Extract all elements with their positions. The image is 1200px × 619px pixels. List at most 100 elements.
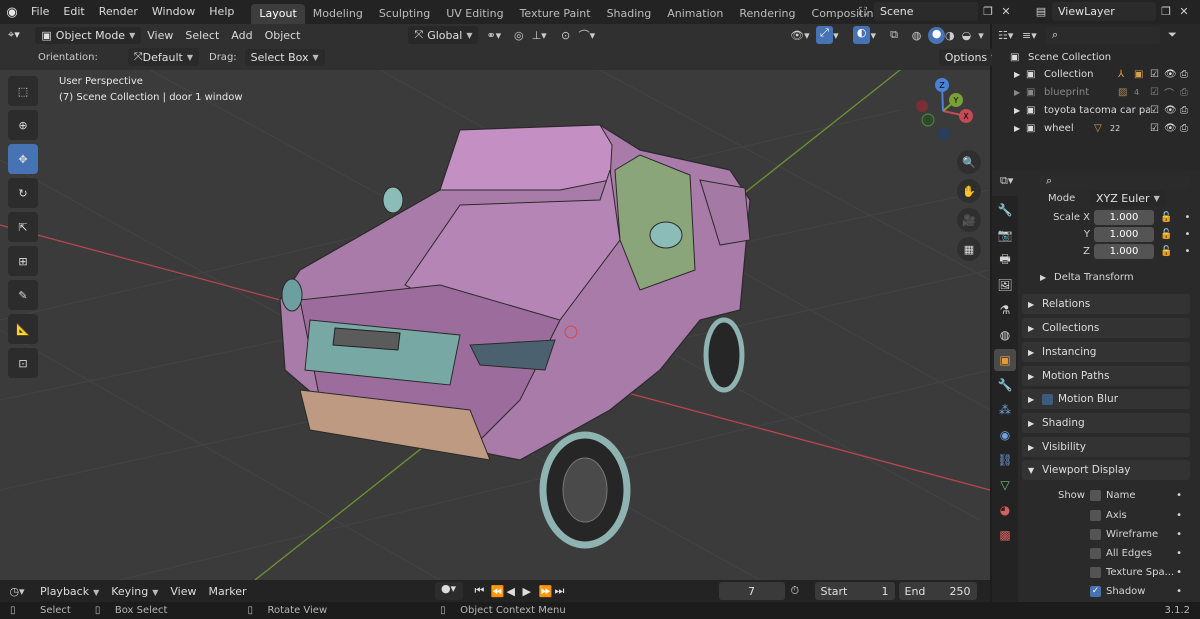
delta-transform-subpanel[interactable]: ▶ Delta Transform: [1040, 272, 1134, 283]
render-properties-icon[interactable]: 📷: [994, 224, 1016, 246]
xray-icon[interactable]: ⧉: [890, 28, 908, 42]
measure-tool-icon[interactable]: 📐: [8, 314, 38, 344]
keyframe-dot-icon[interactable]: •: [1176, 567, 1182, 578]
object-properties-icon[interactable]: ▣: [994, 349, 1016, 371]
show-name-row[interactable]: Name •: [1090, 490, 1182, 501]
jump-keyframe-back-icon[interactable]: ⏪: [491, 585, 507, 598]
tab-layout[interactable]: Layout: [251, 4, 305, 24]
view-layer-copy-icon[interactable]: ❐: [1156, 5, 1176, 18]
menu-object[interactable]: Object: [259, 29, 307, 42]
navigation-gizmo[interactable]: X Y Z: [908, 76, 978, 146]
physics-properties-icon[interactable]: ◉: [994, 424, 1016, 446]
expand-arrow-icon[interactable]: ▶: [1014, 70, 1026, 79]
rotate-tool-icon[interactable]: ↻: [8, 178, 38, 208]
show-shadow-row[interactable]: ✓ Shadow •: [1090, 586, 1182, 597]
gizmo-neg-y[interactable]: [921, 113, 935, 127]
outliner-root-row[interactable]: ▣ Scene Collection: [992, 48, 1200, 66]
start-frame-field[interactable]: Start 1: [814, 582, 895, 600]
keyframe-dot-icon[interactable]: •: [1176, 490, 1182, 501]
menu-add[interactable]: Add: [225, 29, 258, 42]
current-frame-field[interactable]: 7: [718, 582, 785, 600]
output-properties-icon[interactable]: 🖶: [994, 249, 1016, 271]
eye-icon[interactable]: 👁: [1164, 105, 1180, 116]
eye-icon[interactable]: 👁: [1164, 69, 1180, 80]
visibility-icon[interactable]: 👁▾: [790, 29, 815, 42]
world-properties-icon[interactable]: ◍: [994, 324, 1016, 346]
scale-tool-icon[interactable]: ⇱: [8, 212, 38, 242]
panel-instancing[interactable]: ▶ Instancing: [1022, 342, 1190, 362]
timeline-editor-icon[interactable]: ◷▾: [0, 585, 34, 598]
menu-help[interactable]: Help: [202, 0, 241, 24]
panel-collections[interactable]: ▶ Collections: [1022, 318, 1190, 338]
blender-logo-icon[interactable]: ◉: [0, 0, 24, 24]
end-frame-field[interactable]: End 250: [898, 582, 977, 600]
overlay-dropdown-icon[interactable]: ▾: [870, 29, 884, 42]
menu-marker[interactable]: Marker: [202, 585, 252, 598]
wireframe-shading-icon[interactable]: ◍: [912, 29, 929, 42]
outliner-filter-icon[interactable]: ≡▾: [1022, 29, 1040, 42]
show-name-checkbox[interactable]: [1090, 490, 1101, 501]
camera-render-icon[interactable]: ⎙: [1180, 123, 1194, 134]
jump-end-icon[interactable]: ⏭: [555, 584, 571, 598]
properties-search-input[interactable]: ⌕: [1040, 172, 1190, 190]
keyframe-dot-icon[interactable]: •: [1184, 212, 1190, 223]
keyframe-dot-icon[interactable]: •: [1176, 586, 1182, 597]
camera-render-icon[interactable]: ⎙: [1180, 87, 1194, 98]
panel-motion-paths[interactable]: ▶ Motion Paths: [1022, 366, 1190, 386]
tab-sculpting[interactable]: Sculpting: [371, 4, 438, 24]
truck-mesh[interactable]: [279, 124, 751, 549]
editor-type-icon[interactable]: ⌖▾: [8, 28, 35, 42]
tool-properties-icon[interactable]: 🔧: [994, 199, 1016, 221]
show-all-edges-row[interactable]: All Edges •: [1090, 548, 1182, 559]
menu-view[interactable]: View: [141, 29, 179, 42]
pan-hand-icon[interactable]: ✋: [957, 179, 981, 203]
menu-render[interactable]: Render: [92, 0, 145, 24]
add-cube-tool-icon[interactable]: ⊡: [8, 348, 38, 378]
mode-dropdown[interactable]: ▣ Object Mode ▼: [35, 26, 142, 44]
menu-timeline-view[interactable]: View: [164, 585, 202, 598]
shading-dropdown-icon[interactable]: ▾: [978, 29, 990, 42]
view-layer-close-icon[interactable]: ✕: [1176, 5, 1192, 18]
cursor-tool-icon[interactable]: ⊕: [8, 110, 38, 140]
tab-texture-paint[interactable]: Texture Paint: [512, 4, 599, 24]
lock-icon[interactable]: 🔓: [1160, 246, 1172, 257]
object-data-properties-icon[interactable]: ▽: [994, 474, 1016, 496]
outliner-item[interactable]: ▶ ▣ blueprint ▨ 4 ☑ ⌒ ⎙: [992, 83, 1200, 101]
panel-shading[interactable]: ▶ Shading: [1022, 413, 1190, 433]
scale-x-field[interactable]: 1.000: [1094, 210, 1154, 225]
show-wireframe-checkbox[interactable]: [1090, 529, 1101, 540]
annotate-tool-icon[interactable]: ✎: [8, 280, 38, 310]
scene-copy-icon[interactable]: ❐: [978, 5, 998, 18]
lock-icon[interactable]: 🔓: [1160, 229, 1172, 240]
panel-motion-blur[interactable]: ▶ Motion Blur: [1022, 389, 1190, 409]
tab-rendering[interactable]: Rendering: [731, 4, 803, 24]
outliner-item[interactable]: ▶ ▣ Collection ⅄ ▣ ☑ 👁 ⎙: [992, 65, 1200, 83]
view-layer-icon[interactable]: ▤: [1030, 5, 1052, 18]
tab-animation[interactable]: Animation: [659, 4, 731, 24]
menu-playback[interactable]: Playback ▼: [34, 585, 105, 598]
camera-render-icon[interactable]: ⎙: [1180, 69, 1194, 80]
gizmo-toggle-icon[interactable]: ⤢: [815, 26, 834, 44]
motion-blur-checkbox[interactable]: [1042, 393, 1053, 405]
drag-dropdown[interactable]: Select Box ▼: [244, 48, 325, 66]
menu-window[interactable]: Window: [145, 0, 202, 24]
constraints-properties-icon[interactable]: ⛓: [994, 449, 1016, 471]
tab-modeling[interactable]: Modeling: [305, 4, 371, 24]
expand-arrow-icon[interactable]: ▶: [1014, 106, 1026, 115]
show-texture-space-row[interactable]: Texture Spa... •: [1090, 567, 1182, 578]
checkbox-icon[interactable]: ☑: [1150, 69, 1164, 80]
record-icon[interactable]: ●▾: [434, 582, 463, 600]
show-axis-checkbox[interactable]: [1090, 510, 1101, 521]
rendered-shading-icon[interactable]: ◒: [962, 29, 979, 42]
particles-properties-icon[interactable]: ⁂: [994, 399, 1016, 421]
panel-visibility[interactable]: ▶ Visibility: [1022, 437, 1190, 457]
menu-edit[interactable]: Edit: [56, 0, 91, 24]
show-axis-row[interactable]: Axis •: [1090, 510, 1182, 521]
zoom-icon[interactable]: 🔍: [957, 150, 981, 174]
scene-close-icon[interactable]: ✕: [998, 5, 1014, 18]
expand-arrow-icon[interactable]: ▶: [1014, 88, 1026, 97]
show-wireframe-row[interactable]: Wireframe •: [1090, 529, 1182, 540]
scene-icon[interactable]: ⛶: [852, 5, 874, 19]
proportional-edit-icon[interactable]: ⊙: [561, 29, 579, 42]
panel-viewport-display[interactable]: ▼ Viewport Display: [1022, 460, 1190, 480]
